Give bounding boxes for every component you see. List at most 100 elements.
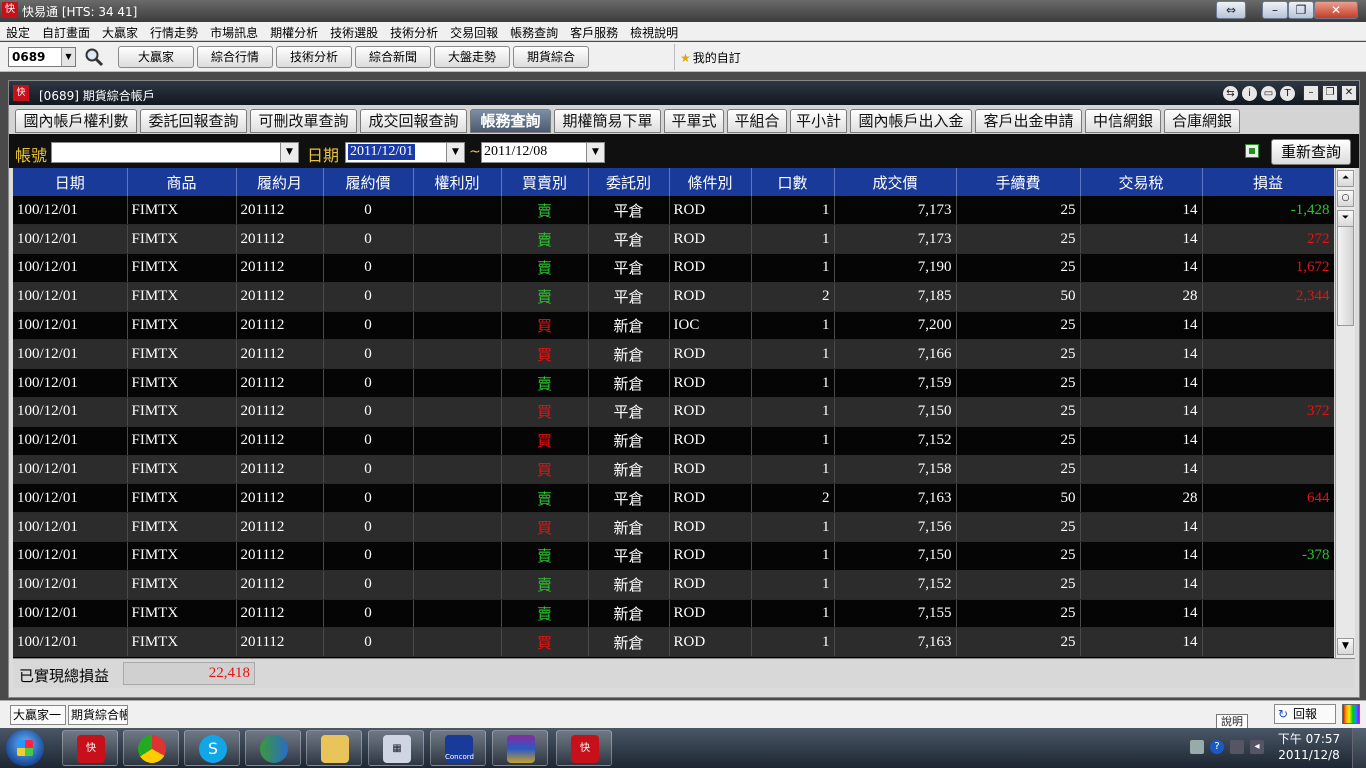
tab-deposit-withdraw[interactable]: 國內帳戶出入金 (850, 109, 972, 133)
date-to-picker[interactable]: 2011/12/08 ▼ (481, 142, 605, 163)
date-from-picker[interactable]: 2011/12/01 ▼ (345, 142, 465, 163)
taskbar-skype[interactable]: S (184, 730, 240, 766)
table-row[interactable]: 100/12/01 FIMTX 201112 0 賣平倉 ROD 1 7,150 25 14 -37… (13, 541, 1334, 571)
scroll-bottom-icon[interactable]: ⏷ (1337, 210, 1354, 227)
column-header-tax[interactable]: 交易稅 (1080, 168, 1203, 196)
table-row[interactable]: 100/12/01 FIMTX 201112 0 買新倉 ROD 1 7,152 25 14 (13, 426, 1334, 456)
color-palette-icon[interactable] (1342, 704, 1360, 724)
tab-ctbc-bank[interactable]: 中信網銀 (1085, 109, 1161, 133)
column-header-condition[interactable]: 條件別 (669, 168, 752, 196)
table-row[interactable]: 100/12/01 FIMTX 201112 0 買新倉 IOC 1 7,200 25 14 (13, 311, 1334, 341)
info-icon[interactable]: i (1242, 86, 1257, 101)
print-icon[interactable]: ▭ (1261, 86, 1276, 101)
taskbar-calculator[interactable]: ▦ (368, 730, 424, 766)
tab-close-combo[interactable]: 平組合 (727, 109, 787, 133)
market-overview-button[interactable]: 綜合行情 (197, 46, 273, 68)
taskbar-winrar[interactable] (492, 730, 548, 766)
big-winner-button[interactable]: 大贏家 (118, 46, 194, 68)
column-header-order-type[interactable]: 委託別 (588, 168, 670, 196)
close-button[interactable]: ✕ (1314, 1, 1358, 19)
tab-quick-order[interactable]: 期權簡易下單 (554, 109, 661, 133)
index-trend-button[interactable]: 大盤走勢 (434, 46, 510, 68)
restore-arrows-icon[interactable]: ⇔ (1216, 1, 1246, 19)
taskbar-explorer[interactable] (306, 730, 362, 766)
tech-analysis-button[interactable]: 技術分析 (276, 46, 352, 68)
table-row[interactable]: 100/12/01 FIMTX 201112 0 賣平倉 ROD 1 7,190 25 14 1,6… (13, 253, 1334, 283)
tab-tcb-bank[interactable]: 合庫網銀 (1164, 109, 1240, 133)
column-header-fill-price[interactable]: 成交價 (834, 168, 957, 196)
column-header-option-type[interactable]: 權利別 (413, 168, 502, 196)
help-icon[interactable]: ? (1210, 740, 1224, 754)
chevron-down-icon[interactable]: ▼ (586, 143, 604, 162)
table-row[interactable]: 100/12/01 FIMTX 201112 0 買新倉 ROD 1 7,163 25 14 (13, 627, 1334, 658)
task-big-winner[interactable]: 大贏家一 (10, 705, 66, 725)
taskbar-chrome[interactable] (123, 730, 179, 766)
requery-button[interactable]: 重新查詢 (1271, 139, 1351, 165)
report-back-button[interactable]: 回報 (1274, 704, 1336, 724)
maximize-button[interactable]: ❐ (1288, 1, 1314, 19)
column-header-lots[interactable]: 口數 (751, 168, 835, 196)
favorites-link[interactable]: ★ 我的自訂 (680, 49, 741, 66)
table-row[interactable]: 100/12/01 FIMTX 201112 0 賣平倉 ROD 1 7,173 25 14 272 (13, 224, 1334, 255)
news-button[interactable]: 綜合新聞 (355, 46, 431, 68)
show-desktop-button[interactable] (1352, 728, 1366, 768)
table-row[interactable]: 100/12/01 FIMTX 201112 0 買新倉 ROD 1 7,156 25 14 (13, 512, 1334, 543)
tab-account-query[interactable]: 帳務查詢 (470, 109, 551, 133)
export-icon[interactable] (1245, 144, 1259, 158)
link-icon[interactable]: ⇆ (1223, 86, 1238, 101)
start-button[interactable] (6, 730, 44, 766)
table-row[interactable]: 100/12/01 FIMTX 201112 0 買平倉 ROD 1 7,150 25 14 372 (13, 397, 1334, 427)
minimize-button[interactable]: – (1262, 1, 1288, 19)
tab-close-subtotal[interactable]: 平小計 (790, 109, 847, 133)
menu-trade-report[interactable]: 交易回報 (444, 22, 504, 41)
tab-fill-report[interactable]: 成交回報查詢 (360, 109, 467, 133)
table-row[interactable]: 100/12/01 FIMTX 201112 0 賣平倉 ROD 2 7,163 50 28 644 (13, 483, 1334, 514)
account-select[interactable]: ▼ (51, 142, 299, 163)
table-row[interactable]: 100/12/01 FIMTX 201112 0 賣新倉 ROD 1 7,155 25 14 (13, 599, 1334, 629)
stock-code-combo[interactable]: 0689 ▼ (8, 47, 76, 67)
system-clock[interactable]: 下午 07:57 2011/12/8 (1276, 731, 1342, 763)
tab-cancel-modify[interactable]: 可刪改單查詢 (250, 109, 357, 133)
chevron-down-icon[interactable]: ▼ (446, 143, 464, 162)
table-row[interactable]: 100/12/01 FIMTX 201112 0 買新倉 ROD 1 7,166 25 14 (13, 339, 1334, 370)
taskbar-concord[interactable]: Concord (430, 730, 486, 766)
tab-domestic-equity[interactable]: 國內帳戶權利數 (15, 109, 137, 133)
table-row[interactable]: 100/12/01 FIMTX 201112 0 賣平倉 ROD 1 7,173 25 14 -1,… (13, 196, 1334, 226)
window-restore-button[interactable]: ❐ (1322, 85, 1338, 101)
chevron-down-icon[interactable]: ▼ (61, 48, 75, 66)
taskbar-app-kuai-2[interactable]: 快 (556, 730, 612, 766)
vertical-scrollbar[interactable]: ⏶ ○ ⏷ ▼ (1335, 168, 1355, 658)
column-header-fee[interactable]: 手續費 (956, 168, 1081, 196)
menu-market-info[interactable]: 市場訊息 (204, 22, 264, 41)
table-row[interactable]: 100/12/01 FIMTX 201112 0 賣新倉 ROD 1 7,152 25 14 (13, 570, 1334, 600)
menu-account-query[interactable]: 帳務查詢 (504, 22, 564, 41)
menu-settings[interactable]: 設定 (0, 22, 36, 41)
search-icon[interactable] (84, 47, 104, 67)
column-header-expiry-month[interactable]: 履約月 (236, 168, 324, 196)
menu-view-help[interactable]: 檢視說明 (624, 22, 684, 41)
menu-big-winner[interactable]: 大贏家 (96, 22, 144, 41)
network-icon[interactable] (1230, 740, 1244, 754)
table-row[interactable]: 100/12/01 FIMTX 201112 0 賣平倉 ROD 2 7,185 50 28 2,3… (13, 282, 1334, 312)
column-header-side[interactable]: 買賣別 (501, 168, 589, 196)
menu-options-analysis[interactable]: 期權分析 (264, 22, 324, 41)
scroll-thumb[interactable] (1337, 226, 1354, 326)
tab-close-single[interactable]: 平單式 (664, 109, 724, 133)
keyboard-icon[interactable] (1190, 740, 1204, 754)
table-row[interactable]: 100/12/01 FIMTX 201112 0 買新倉 ROD 1 7,158 25 14 (13, 455, 1334, 485)
scroll-page-icon[interactable]: ○ (1337, 190, 1354, 207)
scroll-down-icon[interactable]: ▼ (1337, 638, 1354, 655)
chevron-down-icon[interactable]: ▼ (280, 143, 298, 162)
menu-customer-service[interactable]: 客戶服務 (564, 22, 624, 41)
table-row[interactable]: 100/12/01 FIMTX 201112 0 賣新倉 ROD 1 7,159 25 14 (13, 368, 1334, 399)
taskbar-app-kuai[interactable]: 快 (62, 730, 118, 766)
column-header-date[interactable]: 日期 (13, 168, 128, 196)
task-futures-account[interactable]: 期貨綜合帳戶 (68, 705, 128, 725)
tab-order-report[interactable]: 委託回報查詢 (140, 109, 247, 133)
column-header-strike-price[interactable]: 履約價 (323, 168, 414, 196)
window-close-button[interactable]: ✕ (1341, 85, 1357, 101)
menu-tech-analysis[interactable]: 技術分析 (384, 22, 444, 41)
menu-tech-screening[interactable]: 技術選股 (324, 22, 384, 41)
window-minimize-button[interactable]: – (1303, 85, 1319, 101)
menu-quotes[interactable]: 行情走勢 (144, 22, 204, 41)
